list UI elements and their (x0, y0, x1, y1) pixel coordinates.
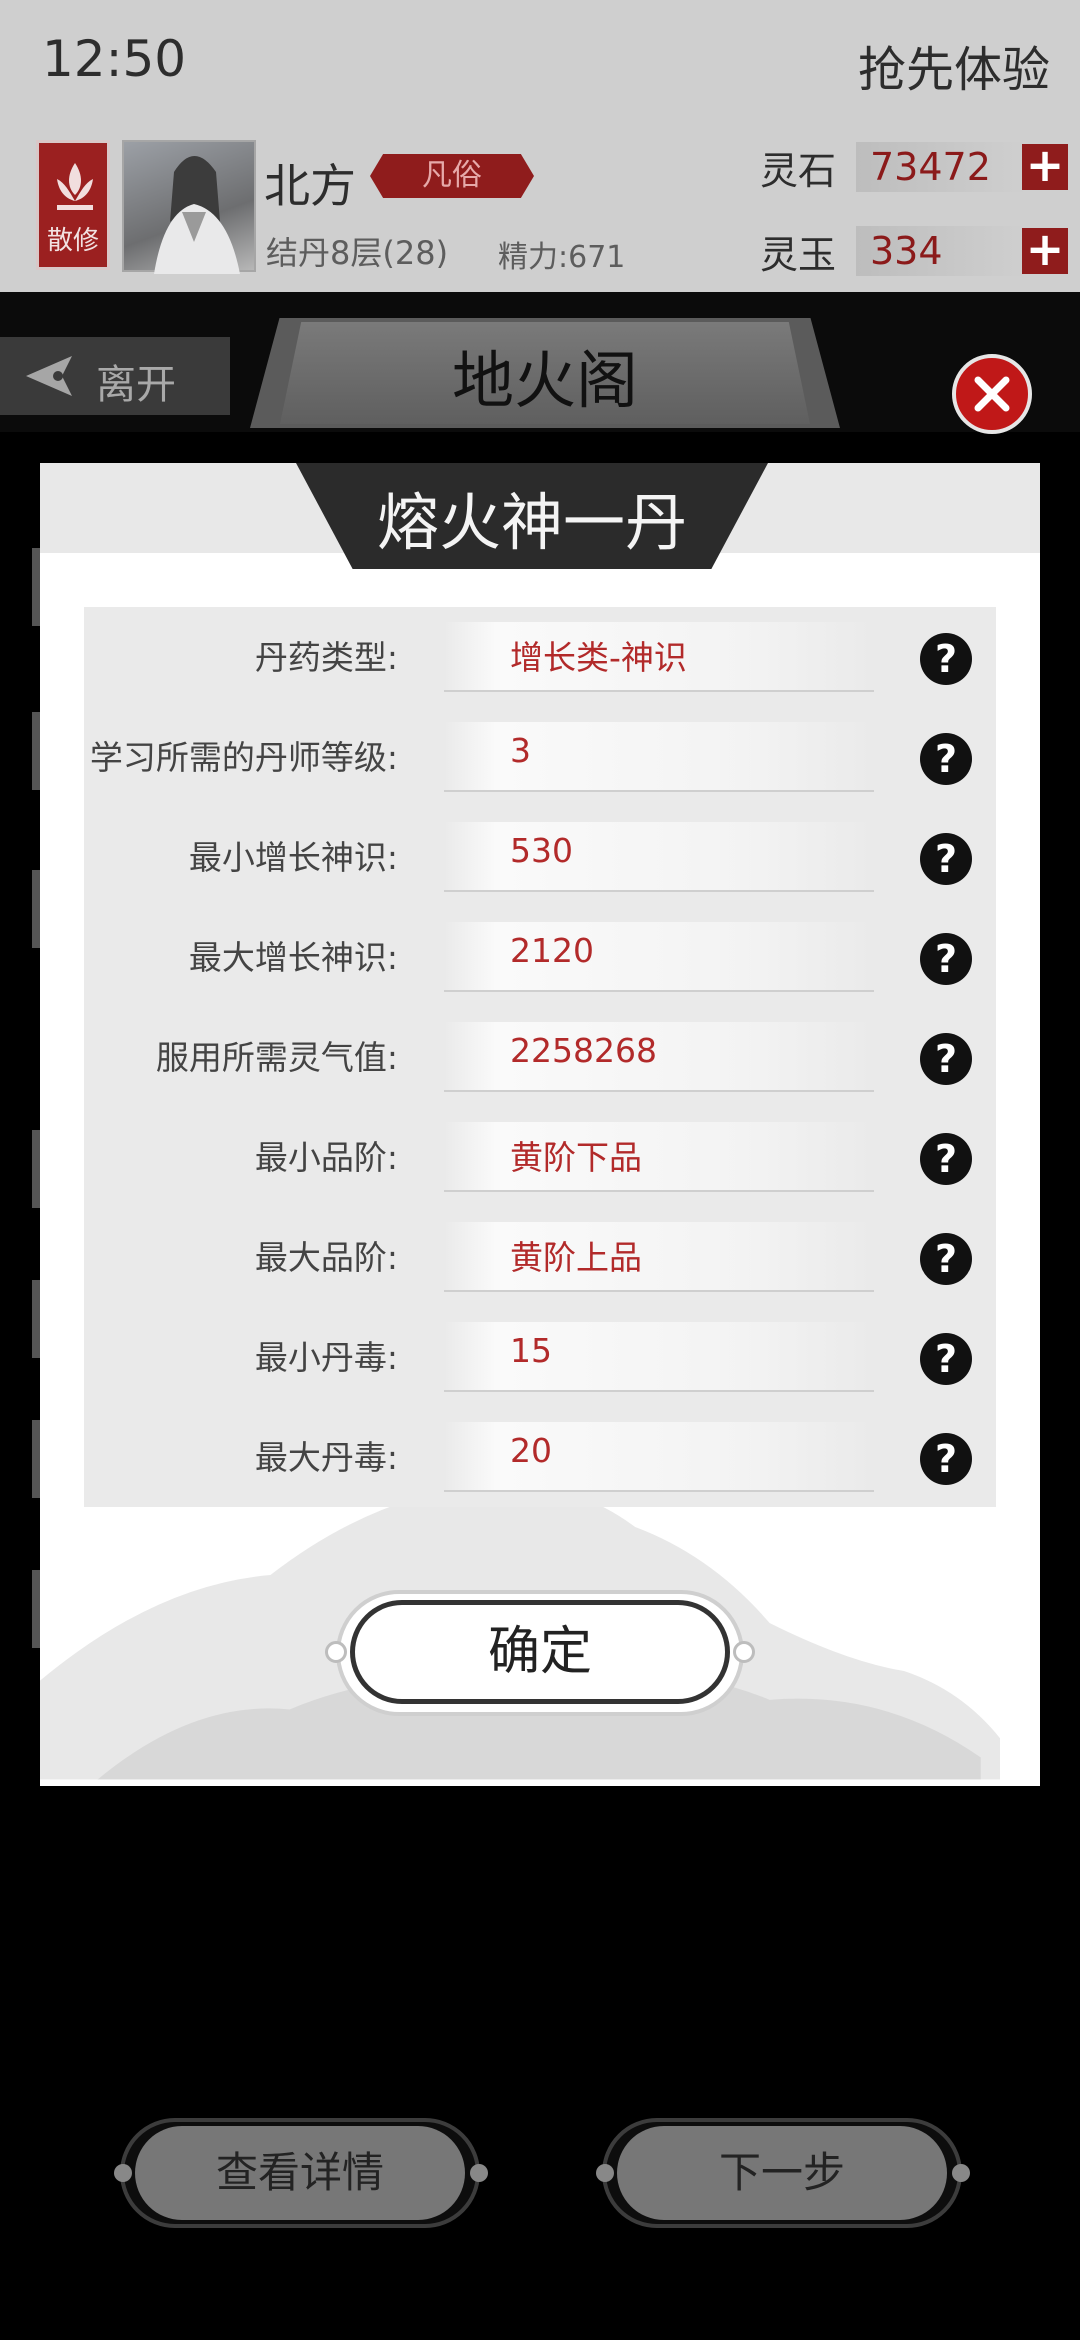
attribute-label: 最小增长神识: (188, 838, 398, 877)
attribute-row: 丹药类型: 增长类-神识 ? (84, 607, 996, 707)
help-icon[interactable]: ? (920, 933, 972, 985)
attribute-field (444, 1022, 874, 1092)
attribute-value: 3 (510, 731, 531, 770)
close-icon (974, 376, 1010, 412)
help-icon[interactable]: ? (920, 1333, 972, 1385)
attribute-label: 服用所需灵气值: (155, 1038, 398, 1077)
help-icon[interactable]: ? (920, 1433, 972, 1485)
attribute-row: 最大丹毒: 20 ? (84, 1407, 996, 1507)
attribute-row: 最小增长神识: 530 ? (84, 807, 996, 907)
cultivation-level: 结丹8层(28) (266, 234, 449, 272)
attribute-value: 增长类-神识 (510, 638, 687, 677)
sect-label: 散修 (46, 226, 99, 256)
attribute-value: 20 (510, 1431, 552, 1470)
avatar[interactable] (122, 140, 256, 274)
spirit-jade-value: 334 (856, 226, 1026, 276)
button-knob (470, 2164, 488, 2182)
realm-tag: 凡俗 (370, 154, 534, 198)
background-item (32, 1130, 40, 1208)
attribute-field (444, 922, 874, 992)
attribute-field (444, 1222, 874, 1292)
attribute-field (444, 1122, 874, 1192)
attribute-row: 学习所需的丹师等级: 3 ? (84, 707, 996, 807)
lotus-icon (57, 163, 93, 210)
dialog-title: 熔火神一丹 (376, 486, 687, 559)
view-details-button[interactable]: 查看详情 (135, 2126, 465, 2220)
page-title: 地火阁 (451, 344, 638, 417)
button-knob (325, 1641, 347, 1663)
attribute-label: 最大增长神识: (188, 938, 398, 977)
leave-label: 离开 (96, 362, 176, 408)
help-icon[interactable]: ? (920, 733, 972, 785)
confirm-button[interactable]: 确定 (350, 1600, 730, 1704)
background-item (32, 870, 40, 948)
help-icon[interactable]: ? (920, 833, 972, 885)
close-button[interactable] (952, 354, 1032, 434)
attribute-row: 服用所需灵气值: 2258268 ? (84, 1007, 996, 1107)
attribute-row: 最小丹毒: 15 ? (84, 1307, 996, 1407)
background-item (32, 712, 40, 790)
back-arrow-icon (26, 356, 72, 396)
help-icon[interactable]: ? (920, 633, 972, 685)
background-item (32, 1280, 40, 1358)
attribute-field (444, 722, 874, 792)
attribute-row: 最小品阶: 黄阶下品 ? (84, 1107, 996, 1207)
pill-attribute-list[interactable]: 丹药类型: 增长类-神识 ? 学习所需的丹师等级: 3 ? 最小增长神识: 53… (84, 607, 996, 1507)
player-name: 北方 (264, 159, 356, 213)
attribute-field (444, 1422, 874, 1492)
sect-badge[interactable]: 散修 (36, 140, 110, 270)
attribute-value: 2120 (510, 931, 594, 970)
attribute-label: 丹药类型: (254, 638, 398, 677)
background-item (32, 548, 40, 626)
background-item (32, 1420, 40, 1498)
attribute-value: 530 (510, 831, 573, 870)
help-icon[interactable]: ? (920, 1133, 972, 1185)
attribute-value: 15 (510, 1331, 552, 1370)
button-knob (952, 2164, 970, 2182)
add-spirit-jade-button[interactable]: + (1022, 226, 1068, 274)
attribute-row: 最大品阶: 黄阶上品 ? (84, 1207, 996, 1307)
attribute-row: 最大增长神识: 2120 ? (84, 907, 996, 1007)
spirit-stone-label: 灵石 (760, 149, 837, 193)
button-knob (114, 2164, 132, 2182)
status-time: 12:50 (42, 30, 187, 88)
character-portrait-icon (154, 156, 240, 274)
button-knob (596, 2164, 614, 2182)
help-icon[interactable]: ? (920, 1233, 972, 1285)
attribute-label: 最大丹毒: (254, 1438, 398, 1477)
attribute-value: 黄阶上品 (510, 1238, 642, 1277)
next-step-button[interactable]: 下一步 (617, 2126, 947, 2220)
attribute-value: 黄阶下品 (510, 1138, 642, 1177)
early-access-link[interactable]: 抢先体验 (858, 30, 1050, 100)
spirit-stone-value: 73472 (856, 142, 1026, 192)
help-icon[interactable]: ? (920, 1033, 972, 1085)
attribute-label: 最大品阶: (254, 1238, 398, 1277)
add-spirit-stone-button[interactable]: + (1022, 142, 1068, 190)
background-item (32, 1570, 40, 1648)
button-knob (733, 1641, 755, 1663)
stamina: 精力:671 (498, 240, 626, 275)
attribute-label: 最小丹毒: (254, 1338, 398, 1377)
attribute-label: 最小品阶: (254, 1138, 398, 1177)
attribute-value: 2258268 (510, 1031, 657, 1070)
attribute-field (444, 1322, 874, 1392)
attribute-label: 学习所需的丹师等级: (89, 738, 398, 777)
spirit-jade-label: 灵玉 (760, 233, 837, 277)
attribute-field (444, 822, 874, 892)
